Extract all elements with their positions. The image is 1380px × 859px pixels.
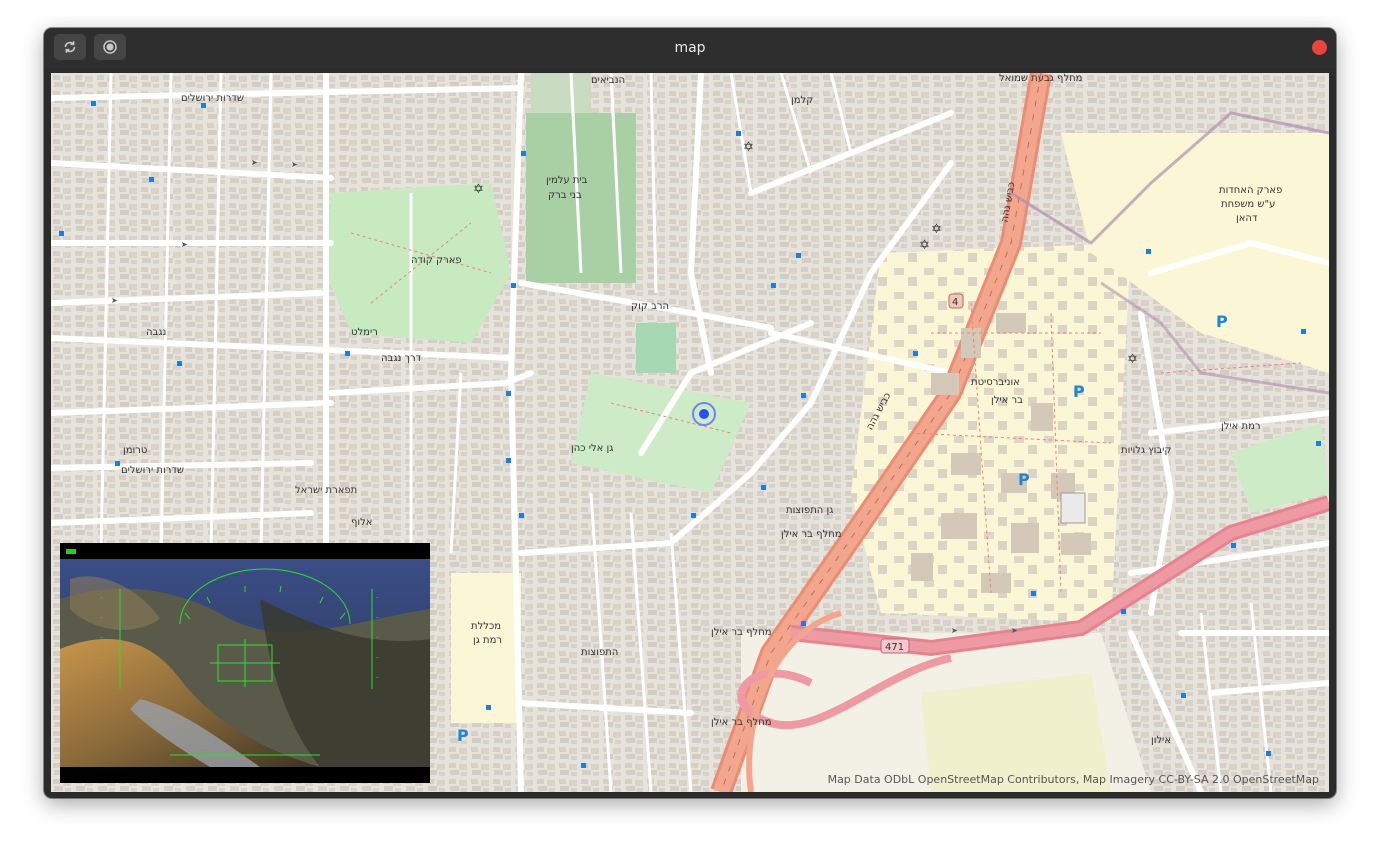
parking-icon: P — [457, 726, 469, 745]
parking-icon: P — [1073, 382, 1085, 401]
park-ahdut-label-3: דהאן — [1236, 213, 1258, 224]
synagogue-icon: ✡ — [931, 222, 942, 237]
synagogue-icon: ✡ — [743, 140, 754, 155]
street-label: אלוף — [351, 517, 373, 528]
parking-icon: P — [1018, 470, 1030, 489]
park-koda-label: פארק קודה — [411, 255, 462, 266]
svg-text:➤: ➤ — [951, 626, 958, 635]
interchange-label: מחלף בר אילן — [781, 529, 842, 540]
park-label: גן התפוצות — [786, 505, 833, 516]
park-ahdut-label: פארק האחדות — [1219, 185, 1282, 196]
svg-text:➤: ➤ — [111, 296, 118, 305]
svg-text:➤: ➤ — [251, 158, 258, 167]
park-label: גן אלי כהן — [571, 443, 613, 454]
synagogue-icon: ✡ — [919, 238, 930, 253]
camera-status-indicator — [66, 549, 76, 554]
svg-text:➤: ➤ — [291, 160, 298, 169]
window-title: map — [674, 40, 706, 56]
university-label-2: בר אילן — [991, 395, 1023, 406]
cemetery-label-2: בני ברק — [548, 190, 582, 201]
street-label: רימלט — [351, 327, 378, 338]
street-label: שדרות ירושלים — [181, 93, 244, 104]
street-label: שדרות ירושלים — [121, 465, 184, 476]
college-label: מכללת — [471, 621, 501, 632]
map-attribution: Map Data ODbL OpenStreetMap Contributors… — [827, 773, 1319, 786]
camera-view: — — — — — — — — — — — [60, 559, 430, 767]
street-label: טרומן — [123, 445, 147, 456]
street-label: התפוצות — [581, 647, 618, 658]
current-position-marker[interactable] — [699, 409, 709, 419]
street-label: תפארת ישראל — [295, 485, 357, 496]
interchange-label-2: מחלף בר אילן — [711, 627, 772, 638]
neighborhood-label: רמת אילן — [1221, 421, 1261, 432]
university-label: אוניברסיטת — [971, 377, 1020, 388]
interchange-label-3: מחלף בר אילן — [711, 717, 772, 728]
street-label: קלמן — [791, 95, 813, 106]
street-label: הרב קוק — [631, 301, 669, 312]
close-button[interactable] — [1312, 40, 1327, 55]
street-label: קיבוץ גלויות — [1121, 445, 1171, 456]
svg-text:➤: ➤ — [1011, 626, 1018, 635]
title-bar: map — [44, 28, 1336, 68]
route-471-shield: 471 — [885, 642, 904, 653]
parking-icon: P — [1216, 312, 1228, 331]
top-road-label: מחלף גבעת שמואל — [999, 73, 1082, 84]
street-label: נגבה — [146, 327, 166, 338]
svg-text:➤: ➤ — [181, 240, 188, 249]
cemetery-label: בית עלמין — [546, 175, 588, 186]
street-label: דרך נגבה — [381, 353, 422, 364]
camera-feed-panel[interactable]: — — — — — — — — — — — [60, 543, 430, 783]
synagogue-icon: ✡ — [473, 182, 484, 197]
route-4-shield: 4 — [952, 297, 958, 308]
park-ahdut-label-2: ע"ש משפחת — [1221, 199, 1275, 210]
camera-image: ——— —— ——— —— — [60, 559, 430, 767]
college-label-2: רמת גן — [473, 635, 502, 646]
street-label: הנביאים — [591, 75, 625, 86]
street-label: אילון — [1151, 735, 1171, 746]
synagogue-icon: ✡ — [1127, 352, 1138, 367]
